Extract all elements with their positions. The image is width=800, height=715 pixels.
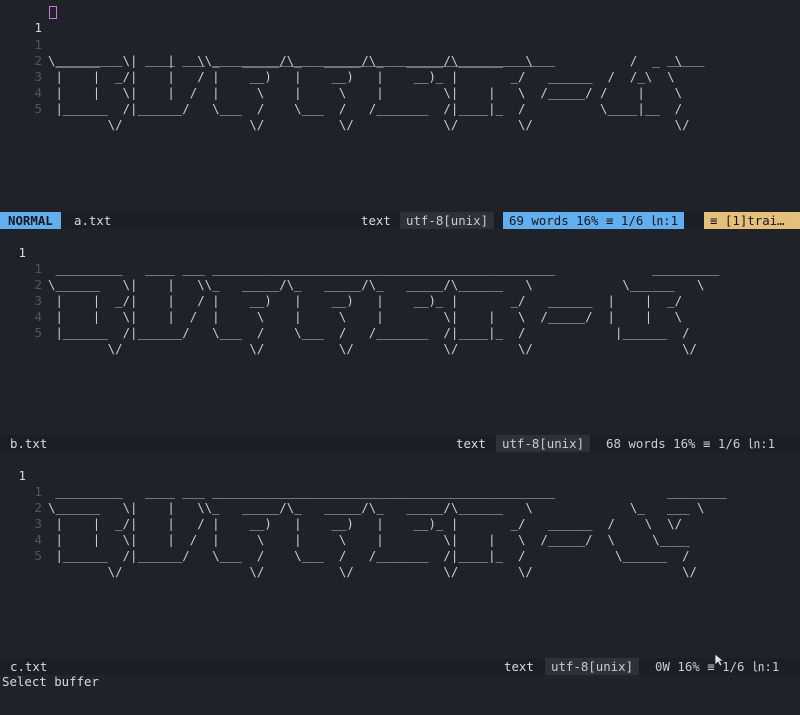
buffer-line: 1 _________ ____ ___ ___________________… <box>0 4 800 67</box>
file-name[interactable]: b.txt <box>10 435 47 452</box>
buffer-line: 2 | | _/| | / | __) | __) | __)_ | _/ __… <box>0 484 800 531</box>
statusline-b: b.txt text utf-8[unix] 68 words 16% ≡ 1/… <box>0 435 800 452</box>
statusline-a: NORMAL a.txt text utf-8[unix] 69 words 1… <box>0 212 800 229</box>
line-text: \/ \/ \/ \/ \/ \/ <box>48 564 698 579</box>
line-number: 5 <box>34 325 42 340</box>
buffer-line: 2 | | _/| | / | __) | __) | __)_ | _/ __… <box>0 261 800 308</box>
buffer-line: 3 | | \| | / | \ | \ | \| | \ /_____/ | … <box>0 277 800 324</box>
file-name[interactable]: a.txt <box>74 212 111 229</box>
buffer-line: 1 \______ \| | \\_ _____/\_ _____/\_ ___… <box>0 21 800 68</box>
file-encoding: utf-8[unix] <box>496 435 591 452</box>
line-text: \/ \/ \/ \/ \/ \/ <box>48 117 690 132</box>
line-text: |______ /|______/ \___ / \___ / /_______… <box>48 548 690 563</box>
buffer-line: 1 _________ ____ ___ ___________________… <box>0 452 800 499</box>
buffer-line: 3 | | \| | / | \ | \ | \| | \ /_____/ / … <box>0 53 800 100</box>
buffer-stats: 69 words 16% ≡ 1/6 ㏑:1 <box>503 212 685 229</box>
file-encoding: utf-8[unix] <box>545 658 640 675</box>
buffer-line: 1 \______ \| | \\_ _____/\_ _____/\_ ___… <box>0 245 800 292</box>
window-b[interactable]: 1 _________ ____ ___ ___________________… <box>0 229 800 435</box>
buffer-line: 4 |______ /|______/ \___ / \___ / /_____… <box>0 516 800 563</box>
buffer-line: 4 |______ /|______/ \___ / \___ / /_____… <box>0 293 800 340</box>
buffer-line: 2 | | _/| | / | __) | __) | __)_ | _/ __… <box>0 37 800 84</box>
buffer-line: 5 \/ \/ \/ \/ \/ \/ <box>0 85 800 132</box>
line-number: 5 <box>34 101 42 116</box>
line-text: |______ /|______/ \___ / \___ / /_______… <box>48 325 690 340</box>
buffer-line: 5 \/ \/ \/ \/ \/ \/ <box>0 309 800 356</box>
buffer-line: 4 |______ /|______/ \___ / \___ / /_____… <box>0 69 800 116</box>
file-type: text <box>361 213 391 228</box>
buffer-line: 1 \______ \| | \\_ _____/\_ _____/\_ ___… <box>0 468 800 515</box>
window-a[interactable]: 1 _________ ____ ___ ___________________… <box>0 0 800 212</box>
trailing-whitespace-warning: ≡ [1]trai… <box>704 212 800 229</box>
window-c[interactable]: 1 _________ ____ ___ ___________________… <box>0 452 800 658</box>
mode-indicator: NORMAL <box>0 212 61 229</box>
line-number: 5 <box>34 548 42 563</box>
line-text: \/ \/ \/ \/ \/ \/ <box>48 341 698 356</box>
statusline-c: c.txt text utf-8[unix] 0W 16% ≡ 1/6 ㏑:1 <box>0 658 800 675</box>
file-type: text <box>504 659 534 674</box>
file-type: text <box>456 436 486 451</box>
file-encoding: utf-8[unix] <box>400 212 495 229</box>
mouse-pointer-icon <box>714 653 724 667</box>
command-line[interactable]: Select buffer <box>2 674 99 690</box>
text-cursor <box>49 6 57 19</box>
buffer-line: 3 | | \| | / | \ | \ | \| | \ /_____/ \ … <box>0 500 800 547</box>
buffer-stats: 68 words 16% ≡ 1/6 ㏑:1 <box>606 436 776 451</box>
buffer-line: 5 \/ \/ \/ \/ \/ \/ <box>0 532 800 579</box>
buffer-line: 1 _________ ____ ___ ___________________… <box>0 229 800 276</box>
file-name[interactable]: c.txt <box>10 658 47 675</box>
line-text: |______ /|______/ \___ / \___ / /_______… <box>48 101 683 116</box>
